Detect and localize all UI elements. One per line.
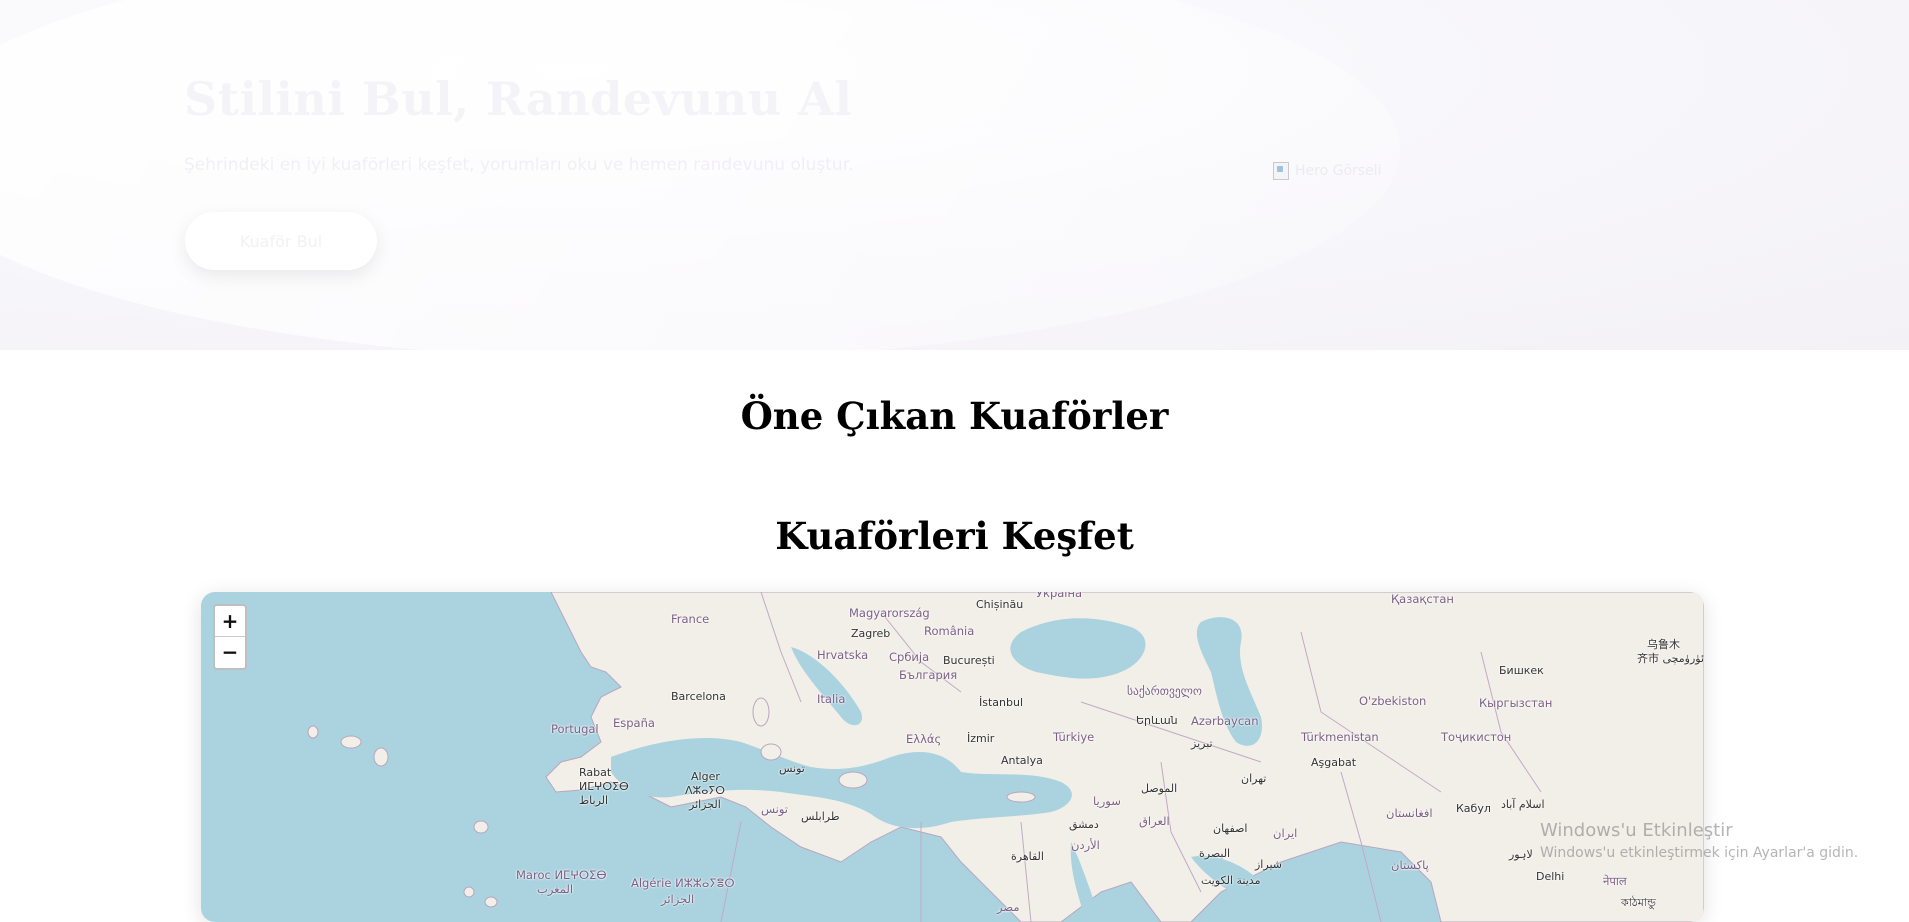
map-label: Algérie ⵍⵣⵣⴰⵢⴻⵔ <box>631 876 735 890</box>
map-label: Ελλάς <box>906 732 942 746</box>
map-label: France <box>671 612 710 626</box>
map-tiles <box>307 592 1704 922</box>
map-label: پاکستان <box>1391 858 1429 872</box>
map-label: الرباط <box>579 794 609 807</box>
map-label: العراق <box>1139 814 1170 828</box>
map-label: Delhi <box>1536 870 1565 883</box>
map-label: Magyarország <box>849 606 930 620</box>
map-label: Aşgabat <box>1311 756 1357 769</box>
zoom-out-button[interactable]: − <box>215 636 245 668</box>
map-label: Italia <box>817 692 846 706</box>
map-label: Türkiye <box>1053 730 1095 744</box>
map-label: București <box>943 654 995 667</box>
map-label: مدينة الكويت <box>1201 874 1261 887</box>
map-label: Chișinău <box>976 598 1024 611</box>
map-label: কাঠমান্ডু <box>1621 896 1656 909</box>
map-label: Қазақстан <box>1391 592 1454 606</box>
map-label: საქართველო <box>1127 684 1202 698</box>
map-label: Hrvatska <box>817 648 869 662</box>
map-label: الموصل <box>1141 782 1178 795</box>
hero-subtitle: Şehrindeki en iyi kuaförleri keşfet, yor… <box>184 155 854 175</box>
map-label: طرابلس <box>801 810 840 823</box>
find-salon-button[interactable]: Kuaför Bul <box>185 212 377 270</box>
map-label: Maroc ⵍⵎⵖⵔⵉⴱ <box>516 868 607 882</box>
map-label: Երևան <box>1136 714 1178 727</box>
map-label: România <box>924 624 975 638</box>
map-label: Türkmenistan <box>1301 730 1379 744</box>
map-label: ⴷⵣⴰⵢⵔ <box>685 784 726 797</box>
watermark-subtitle: Windows'u etkinleştirmek için Ayarlar'a … <box>1540 845 1859 861</box>
hero-image-alt: Hero Görseli <box>1295 163 1382 179</box>
map-label: الجزائر <box>661 892 695 906</box>
salon-map[interactable]: + − Україна Қазақстан Chișinău Magyarors… <box>201 592 1704 922</box>
map-label: القاهرة <box>1011 850 1044 863</box>
map-label: تهران <box>1241 772 1267 785</box>
map-label: تونس <box>761 802 789 816</box>
map-label: İzmir <box>967 732 995 745</box>
map-label: الجزائر <box>689 798 721 811</box>
map-label: Antalya <box>1001 754 1043 767</box>
map-label: لاہور <box>1509 848 1533 861</box>
featured-salons-title: Öne Çıkan Kuaförler <box>740 394 1169 438</box>
hero-image: Hero Görseli <box>1273 160 1473 182</box>
map-label: Barcelona <box>671 690 726 703</box>
map-label: تبریز <box>1191 737 1213 750</box>
explore-salons-title: Kuaförleri Keşfet <box>775 514 1134 558</box>
map-label: البصرة <box>1199 847 1231 860</box>
hero-title: Stilini Bul, Randevunu Al <box>184 72 853 126</box>
map-label: اصفهان <box>1213 822 1248 835</box>
map-label: 齐市 ئۈرۈمچى <box>1637 652 1704 665</box>
zoom-in-button[interactable]: + <box>215 606 245 636</box>
map-label: Кабул <box>1456 802 1491 815</box>
map-label: O'zbekiston <box>1359 694 1427 708</box>
map-label: مصر <box>997 900 1020 914</box>
map-label: ایران <box>1273 826 1298 840</box>
windows-activation-watermark: Windows'u Etkinleştir Windows'u etkinleş… <box>1540 820 1858 861</box>
map-label: تونس <box>779 762 805 775</box>
zoom-control: + − <box>213 604 247 670</box>
map-label: اسلام آباد <box>1501 798 1545 811</box>
map-label: Azərbaycan <box>1191 714 1259 728</box>
map-label: الأردن <box>1071 838 1100 852</box>
map-label: Србија <box>889 650 930 664</box>
map-label: Alger <box>691 770 720 783</box>
map-label: دمشق <box>1069 818 1099 831</box>
map-label: شیراز <box>1255 858 1282 871</box>
map-label: ⵍⵎⵖⵔⵉⴱ <box>579 780 629 793</box>
map-label: Rabat <box>579 766 612 779</box>
hero-section: Stilini Bul, Randevunu Al Şehrindeki en … <box>0 0 1909 350</box>
watermark-title: Windows'u Etkinleştir <box>1540 820 1733 841</box>
map-label: المغرب <box>537 882 574 896</box>
map-label: España <box>613 716 655 730</box>
map-label: България <box>899 668 958 682</box>
map-label: سوريا <box>1093 794 1121 808</box>
map-label: नेपाल <box>1603 874 1627 888</box>
map-label: افغانستان <box>1386 806 1433 820</box>
broken-image-icon <box>1273 162 1289 180</box>
map-label: İstanbul <box>979 696 1024 709</box>
map-label: Тоҷикистон <box>1441 730 1512 744</box>
map-label: Бишкек <box>1499 664 1544 677</box>
map-label: Zagreb <box>851 627 891 640</box>
map-label: Кыргызстан <box>1479 696 1553 710</box>
map-label: Україна <box>1036 592 1083 600</box>
hero-background-wave <box>0 0 1400 350</box>
map-label: Portugal <box>551 722 599 736</box>
